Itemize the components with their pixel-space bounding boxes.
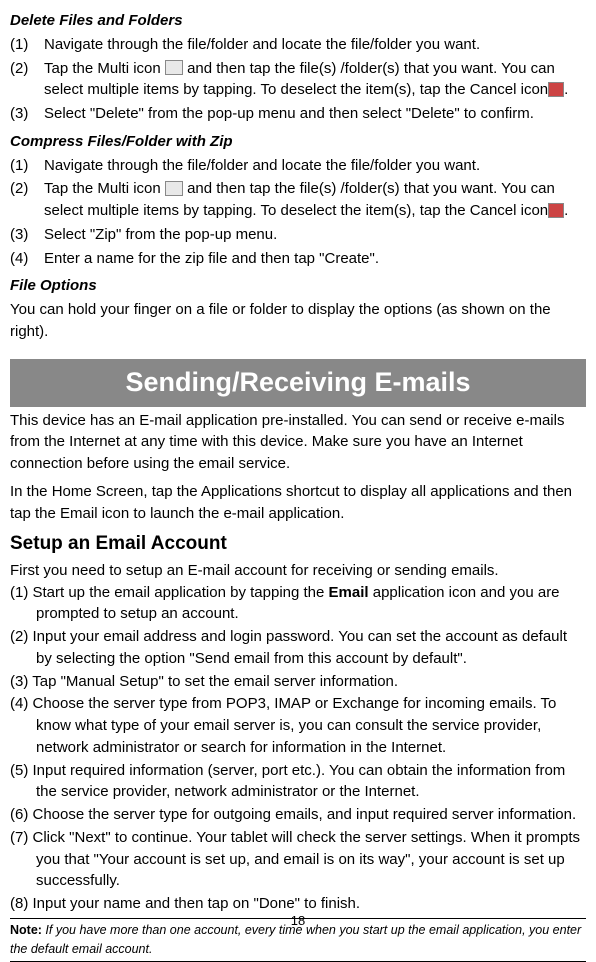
setup-step-4: (4) Choose the server type from POP3, IM… bbox=[10, 693, 586, 758]
email-intro-2: In the Home Screen, tap the Applications… bbox=[10, 481, 586, 525]
step-number: (4) bbox=[10, 248, 44, 270]
cancel-icon bbox=[548, 203, 564, 218]
step-text: Navigate through the file/folder and loc… bbox=[44, 34, 586, 56]
delete-step-2: (2) Tap the Multi icon and then tap the … bbox=[10, 58, 586, 102]
setup-step-5: (5) Input required information (server, … bbox=[10, 760, 586, 804]
setup-email-intro: First you need to setup an E-mail accoun… bbox=[10, 560, 586, 582]
step-number: (2) bbox=[10, 58, 44, 102]
file-options-title: File Options bbox=[10, 275, 586, 297]
email-intro-1: This device has an E-mail application pr… bbox=[10, 410, 586, 475]
setup-step-2: (2) Input your email address and login p… bbox=[10, 626, 586, 670]
compress-step-4: (4) Enter a name for the zip file and th… bbox=[10, 248, 586, 270]
compress-step-1: (1) Navigate through the file/folder and… bbox=[10, 155, 586, 177]
file-options-text: You can hold your finger on a file or fo… bbox=[10, 299, 586, 343]
multi-icon bbox=[165, 60, 183, 75]
step-text: Select "Delete" from the pop-up menu and… bbox=[44, 103, 586, 125]
setup-step-6: (6) Choose the server type for outgoing … bbox=[10, 804, 586, 826]
step-text: Select "Zip" from the pop-up menu. bbox=[44, 224, 586, 246]
compress-step-3: (3) Select "Zip" from the pop-up menu. bbox=[10, 224, 586, 246]
setup-step-3: (3) Tap "Manual Setup" to set the email … bbox=[10, 671, 586, 693]
step-text: Navigate through the file/folder and loc… bbox=[44, 155, 586, 177]
delete-step-3: (3) Select "Delete" from the pop-up menu… bbox=[10, 103, 586, 125]
step-number: (1) bbox=[10, 155, 44, 177]
step-number: (3) bbox=[10, 103, 44, 125]
step-text-part-a: Tap the Multi icon bbox=[44, 180, 165, 197]
setup-step-1a: (1) Start up the email application by ta… bbox=[10, 584, 329, 601]
multi-icon bbox=[165, 181, 183, 196]
compress-step-2: (2) Tap the Multi icon and then tap the … bbox=[10, 178, 586, 222]
step-text-part-c: . bbox=[564, 202, 568, 219]
step-number: (3) bbox=[10, 224, 44, 246]
step-text: Tap the Multi icon and then tap the file… bbox=[44, 58, 586, 102]
setup-step-1: (1) Start up the email application by ta… bbox=[10, 582, 586, 626]
setup-step-7: (7) Click "Next" to continue. Your table… bbox=[10, 827, 586, 892]
step-text-part-a: Tap the Multi icon bbox=[44, 60, 165, 77]
email-banner-heading: Sending/Receiving E-mails bbox=[10, 359, 586, 407]
setup-email-title: Setup an Email Account bbox=[10, 530, 586, 558]
step-text: Tap the Multi icon and then tap the file… bbox=[44, 178, 586, 222]
compress-section-title: Compress Files/Folder with Zip bbox=[10, 131, 586, 153]
step-text-part-c: . bbox=[564, 81, 568, 98]
step-text: Enter a name for the zip file and then t… bbox=[44, 248, 586, 270]
cancel-icon bbox=[548, 82, 564, 97]
step-number: (2) bbox=[10, 178, 44, 222]
setup-step-1-bold: Email bbox=[329, 584, 369, 601]
delete-step-1: (1) Navigate through the file/folder and… bbox=[10, 34, 586, 56]
page-number: 18 bbox=[0, 912, 596, 931]
step-number: (1) bbox=[10, 34, 44, 56]
delete-section-title: Delete Files and Folders bbox=[10, 10, 586, 32]
